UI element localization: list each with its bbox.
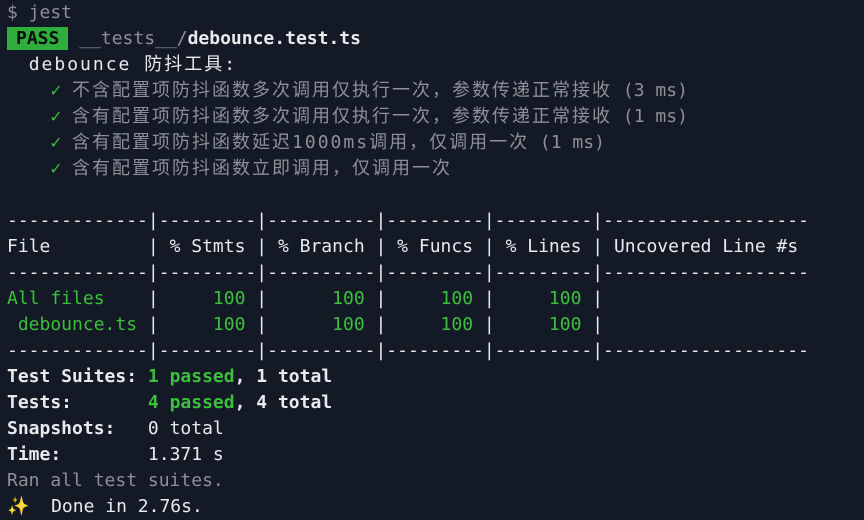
table-cell: % Branch <box>267 236 376 257</box>
label: Tests: <box>7 392 148 413</box>
test-name: 含有配置项防抖函数多次调用仅执行一次，参数传递正常接收 <box>72 106 613 127</box>
check-icon: ✓ <box>50 132 62 153</box>
test-name: 不含配置项防抖函数多次调用仅执行一次，参数传递正常接收 <box>72 80 613 101</box>
pass-badge: PASS <box>7 27 69 50</box>
sparkles-icon: ✨ <box>7 496 30 517</box>
table-separator: -------------|---------|----------|-----… <box>7 210 809 231</box>
summary-snapshots: Snapshots: 0 total <box>7 416 864 442</box>
test-name: 含有配置项防抖函数延迟1000ms调用，仅调用一次 <box>72 132 530 153</box>
table-row: debounce.ts | 100 | 100 | 100 | 100 | <box>7 312 864 338</box>
table-cell: File <box>7 236 148 257</box>
table-cell: 100 <box>494 288 593 309</box>
test-path-dir: __tests__/ <box>79 28 188 49</box>
suites-total: , 1 total <box>234 366 333 387</box>
suites-passed: 1 passed <box>147 366 235 387</box>
table-cell: 100 <box>267 288 376 309</box>
table-cell: 100 <box>158 288 257 309</box>
table-cell <box>603 314 809 335</box>
summary-tests: Tests: 4 passed, 4 total <box>7 390 864 416</box>
test-result: ✓ 含有配置项防抖函数多次调用仅执行一次，参数传递正常接收 (1 ms) <box>7 104 864 130</box>
label: Test Suites: <box>7 366 148 387</box>
summary-suites: Test Suites: 1 passed, 1 total <box>7 364 864 390</box>
test-time: (1 ms) <box>529 132 605 153</box>
done-text: Done in 2.76s. <box>29 496 203 517</box>
suite-name: debounce 防抖工具: <box>28 54 238 75</box>
test-result: ✓ 含有配置项防抖函数立即调用，仅调用一次 <box>7 156 864 182</box>
time-value: 1.371 s <box>147 444 224 465</box>
table-cell: 100 <box>386 314 484 335</box>
table-row: All files | 100 | 100 | 100 | 100 | <box>7 286 864 312</box>
test-result: ✓ 不含配置项防抖函数多次调用仅执行一次，参数传递正常接收 (3 ms) <box>7 78 864 104</box>
table-cell: debounce.ts <box>7 314 148 335</box>
test-path-file: debounce.test.ts <box>187 28 361 49</box>
table-cell: All files <box>7 288 148 309</box>
check-icon: ✓ <box>50 106 62 127</box>
done-line: ✨ Done in 2.76s. <box>7 494 864 520</box>
tests-passed: 4 passed <box>147 392 235 413</box>
table-cell: Uncovered Line #s <box>603 236 810 257</box>
prompt-line: $ jest <box>7 2 73 23</box>
check-icon: ✓ <box>50 80 62 101</box>
check-icon: ✓ <box>50 158 62 179</box>
table-cell: % Stmts <box>158 236 257 257</box>
test-time: (1 ms) <box>612 106 688 127</box>
test-name: 含有配置项防抖函数立即调用，仅调用一次 <box>72 158 453 179</box>
table-separator: -------------|---------|----------|-----… <box>7 262 809 283</box>
suite-line: debounce 防抖工具: <box>7 52 864 78</box>
table-cell <box>603 288 809 309</box>
table-header: File | % Stmts | % Branch | % Funcs | % … <box>7 236 810 257</box>
ran-all-line: Ran all test suites. <box>7 470 224 491</box>
test-result: ✓ 含有配置项防抖函数延迟1000ms调用，仅调用一次 (1 ms) <box>7 130 864 156</box>
test-time: (3 ms) <box>612 80 688 101</box>
terminal: $ jest PASS __tests__/debounce.test.ts d… <box>0 0 864 520</box>
snapshots-value: 0 total <box>147 418 224 439</box>
table-separator: -------------|---------|----------|-----… <box>7 340 809 361</box>
table-cell: % Funcs <box>386 236 484 257</box>
summary-time: Time: 1.371 s <box>7 442 864 468</box>
tests-total: , 4 total <box>234 392 333 413</box>
label: Snapshots: <box>7 418 148 439</box>
table-cell: 100 <box>386 288 484 309</box>
label: Time: <box>7 444 148 465</box>
result-line: PASS __tests__/debounce.test.ts <box>7 26 864 52</box>
table-cell: 100 <box>267 314 376 335</box>
table-cell: 100 <box>494 314 593 335</box>
table-cell: % Lines <box>494 236 593 257</box>
table-cell: 100 <box>158 314 257 335</box>
